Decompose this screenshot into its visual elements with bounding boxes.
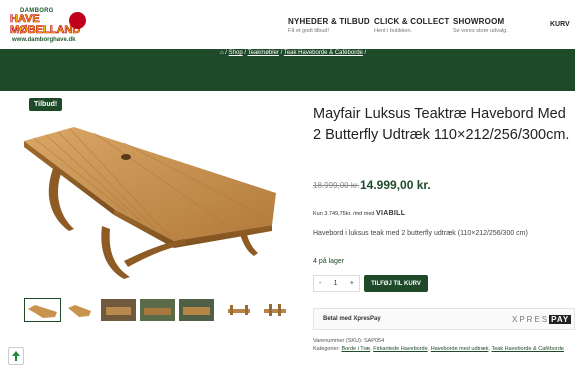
category-link[interactable]: Teak Haveborde & Caféborde (491, 346, 563, 352)
viabill-info[interactable]: Kun 3.749,75kr. /md med VIABILL (313, 210, 405, 217)
nav-subtitle: Få et godt tilbud! (288, 28, 329, 34)
qty-input[interactable]: 1 (334, 280, 338, 287)
home-icon[interactable]: ⌂ (220, 50, 224, 56)
breadcrumb-sep: / (225, 50, 227, 56)
nav-item-offers[interactable]: NYHEDER & TILBUD Få et godt tilbud! (288, 17, 370, 34)
xpres-label: Betal med XpresPay (323, 316, 381, 322)
category-link[interactable]: Haveborde med udtræk (431, 346, 489, 352)
add-to-cart-button[interactable]: TILFØJ TIL KURV (364, 275, 428, 292)
site-header: DAMBORG HAVE MØBELLAND www.damborghave.d… (0, 0, 575, 49)
cart-link[interactable]: KURV (550, 21, 570, 28)
breadcrumb-sep: / (244, 50, 246, 56)
category-link[interactable]: Firkantede Haveborde (373, 346, 427, 352)
thumbnail-3[interactable] (100, 298, 137, 322)
breadcrumb-shop[interactable]: Shop (229, 50, 243, 56)
logo-line3: MØBELLAND (10, 24, 81, 36)
stock-status: 4 på lager (313, 258, 345, 265)
accessibility-button[interactable] (8, 347, 24, 365)
product-meta: Varenummer (SKU): SAP054 Kategorier: Bor… (313, 337, 575, 353)
logo-url: www.damborghave.dk (12, 37, 76, 43)
product-short-description: Havebord i luksus teak med 2 butterfly u… (313, 230, 528, 237)
sku-line: Varenummer (SKU): SAP054 (313, 337, 575, 345)
breadcrumb-teak[interactable]: Teakmøbler (248, 50, 279, 56)
categories-line: Kategorier: Borde i Træ, Firkantede Have… (313, 346, 564, 352)
site-logo[interactable]: DAMBORG HAVE MØBELLAND www.damborghave.d… (10, 8, 86, 43)
sku-value: SAP054 (363, 338, 385, 344)
xpres-pay-button[interactable]: Betal med XpresPay XPRES PAY (313, 308, 575, 330)
up-arrow-icon (12, 351, 20, 361)
nav-title: CLICK & COLLECT (374, 17, 450, 26)
nav-item-showroom[interactable]: SHOWROOM Se vores store udvalg. (453, 17, 508, 34)
viabill-text: Kun 3.749,75kr. /md med (313, 211, 375, 217)
sku-label: Varenummer (SKU): (313, 338, 363, 344)
old-price: 18.999,00 kr. (313, 181, 360, 190)
qty-decrease-button[interactable]: - (319, 280, 321, 287)
breadcrumb-sep: / (364, 50, 367, 56)
quantity-stepper: - 1 + (313, 275, 360, 292)
thumbnail-5[interactable] (178, 298, 215, 322)
product-main-image[interactable]: Tilbud! (14, 91, 300, 291)
thumbnail-1[interactable] (24, 298, 61, 322)
product-title: Mayfair Luksus Teaktræ Havebord Med 2 Bu… (313, 106, 570, 143)
thumbnail-4[interactable] (139, 298, 176, 322)
category-link[interactable]: Borde i Træ (341, 346, 370, 352)
nav-title: NYHEDER & TILBUD (288, 17, 370, 26)
breadcrumb-category[interactable]: Teak Haveborde & Caféborde (284, 50, 363, 56)
viabill-brand: VIABILL (376, 210, 406, 217)
breadcrumb-sep: / (280, 50, 283, 56)
categories-label: Kategorier: (313, 346, 340, 352)
xpres-logo: XPRES PAY (512, 315, 572, 324)
breadcrumb: ⌂ / Shop / Teakmøbler / Teak Haveborde &… (220, 50, 366, 56)
sale-badge: Tilbud! (29, 98, 63, 111)
thumbnail-6[interactable] (224, 298, 254, 322)
nav-item-click-collect[interactable]: CLICK & COLLECT Hent i butikken. (374, 17, 449, 34)
nav-subtitle: Hent i butikken. (374, 28, 412, 34)
nav-subtitle: Se vores store udvalg. (453, 28, 508, 34)
teak-table-image (24, 127, 276, 279)
qty-increase-button[interactable]: + (350, 280, 354, 287)
nav-title: SHOWROOM (453, 17, 505, 26)
thumbnail-7[interactable] (260, 298, 290, 322)
breadcrumb-bar: ⌂ / Shop / Teakmøbler / Teak Haveborde &… (0, 49, 575, 91)
thumbnail-2[interactable] (64, 298, 94, 322)
sale-price: 14.999,00 kr. (360, 178, 431, 192)
logo-badge-icon (69, 12, 86, 29)
